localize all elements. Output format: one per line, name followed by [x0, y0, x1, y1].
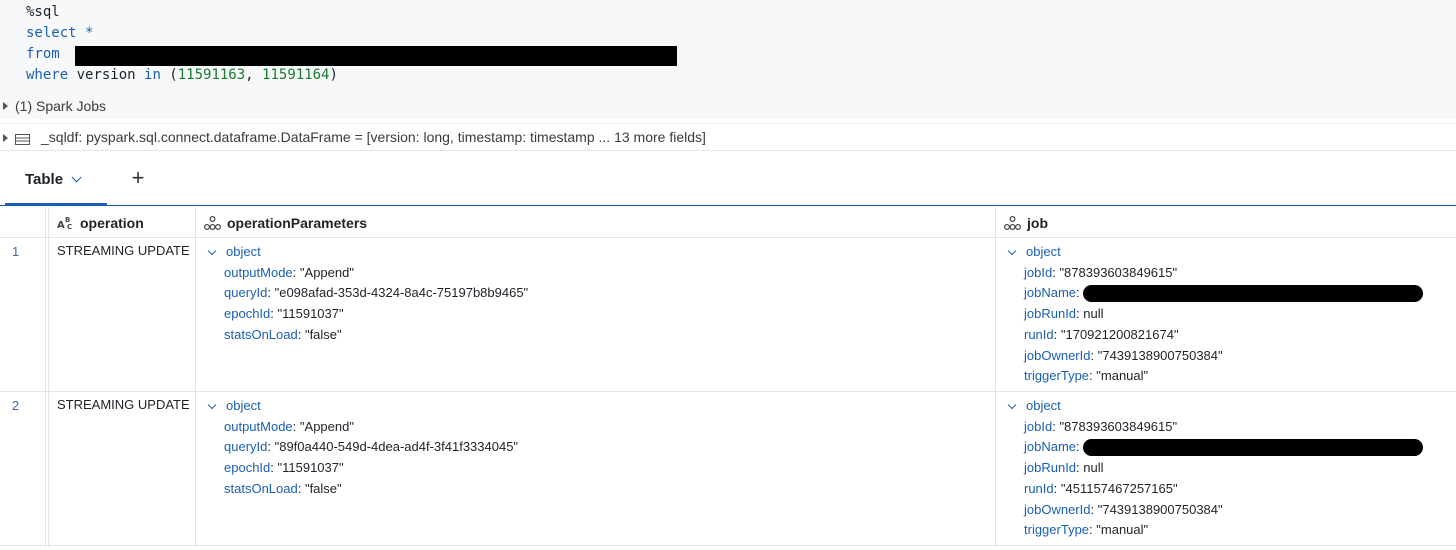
chevron-down-icon [1007, 400, 1017, 410]
operation-parameters-cell: object outputMode: "Append" queryId: "e0… [206, 242, 528, 346]
column-divider [995, 207, 996, 547]
redacted-job-name [1083, 285, 1423, 303]
kv-run-id: runId: "170921200821674" [1024, 326, 1179, 342]
object-toggle[interactable]: object [206, 242, 528, 263]
kv-stats-on-load: statsOnLoad: "false" [224, 326, 342, 342]
redacted-table-name [75, 46, 677, 66]
kv-query-id: queryId: "89f0a440-549d-4dea-ad4f-3f41f3… [224, 439, 519, 455]
object-toggle[interactable]: object [206, 396, 518, 417]
kv-stats-on-load: statsOnLoad: "false" [224, 480, 342, 496]
chevron-down-icon [207, 246, 217, 256]
chevron-down-icon [207, 400, 217, 410]
redacted-job-name [1083, 439, 1423, 457]
job-cell: object jobId: "878393603849615" jobName:… [1006, 396, 1423, 541]
kv-epoch-id: epochId: "11591037" [224, 460, 344, 476]
kv-job-run-id: jobRunId: null [1024, 306, 1104, 322]
kv-job-owner-id: jobOwnerId: "7439138900750384" [1024, 501, 1223, 517]
chevron-down-icon [1007, 246, 1017, 256]
column-header-operation-label: operation [80, 214, 144, 231]
kv-query-id: queryId: "e098afad-353d-4324-8a4c-75197b… [224, 285, 529, 301]
kv-trigger-type: triggerType: "manual" [1024, 522, 1149, 538]
svg-text:A: A [57, 220, 65, 230]
job-cell: object jobId: "878393603849615" jobName:… [1006, 242, 1423, 387]
sqldf-schema-toggle[interactable]: _sqldf: pyspark.sql.connect.dataframe.Da… [0, 123, 1456, 151]
tab-table-label: Table [25, 170, 64, 188]
column-header-job-label: job [1027, 214, 1048, 231]
kv-output-mode: outputMode: "Append" [224, 264, 354, 280]
struct-type-icon [1004, 215, 1021, 230]
spark-jobs-label: (1) Spark Jobs [15, 98, 107, 114]
plus-icon[interactable]: + [128, 167, 148, 189]
column-divider [195, 207, 196, 547]
row-divider [0, 391, 1456, 392]
active-tab-indicator [5, 203, 107, 206]
string-type-icon: ABC [57, 216, 74, 230]
column-header-operation-parameters-label: operationParameters [227, 214, 368, 231]
object-label: object [226, 398, 261, 413]
kv-run-id: runId: "451157467257165" [1024, 480, 1178, 496]
code-line-from: from [26, 46, 60, 62]
table-icon [15, 132, 30, 148]
code-line-select: select * [26, 25, 94, 41]
kv-job-id: jobId: "878393603849615" [1024, 264, 1178, 280]
struct-type-icon [204, 215, 221, 230]
object-label: object [226, 244, 261, 259]
column-header-operation-parameters[interactable]: operationParameters [204, 207, 367, 238]
operation-cell: STREAMING UPDATE [57, 243, 190, 258]
result-table: ABC operation operationParameters job 1 … [0, 207, 1456, 550]
object-toggle[interactable]: object [1006, 396, 1223, 417]
operation-parameters-cell: object outputMode: "Append" queryId: "89… [206, 396, 518, 500]
kv-output-mode: outputMode: "Append" [224, 418, 354, 434]
row-divider [0, 545, 1456, 546]
caret-right-icon [3, 102, 8, 110]
object-label: object [1026, 398, 1061, 413]
svg-text:C: C [67, 223, 72, 230]
result-tabbar: Table + [0, 152, 1456, 206]
code-line-magic: %sql [26, 4, 60, 20]
kv-job-name: jobName: [1006, 283, 1423, 304]
row-number: 2 [12, 398, 20, 413]
column-header-operation[interactable]: ABC operation [57, 207, 144, 238]
kv-epoch-id: epochId: "11591037" [224, 306, 344, 322]
object-toggle[interactable]: object [1006, 242, 1223, 263]
chevron-down-icon[interactable] [71, 172, 82, 182]
kv-job-name: jobName: [1006, 437, 1423, 458]
sql-code-cell[interactable]: %sql select * from where version in (115… [0, 0, 1456, 95]
tab-table[interactable]: Table [5, 152, 107, 206]
kv-job-id: jobId: "878393603849615" [1024, 418, 1178, 434]
object-label: object [1026, 244, 1061, 259]
kv-job-run-id: jobRunId: null [1024, 460, 1104, 476]
column-divider [48, 207, 49, 547]
column-divider [45, 207, 46, 547]
operation-cell: STREAMING UPDATE [57, 397, 190, 412]
row-number: 1 [12, 244, 20, 259]
column-header-job[interactable]: job [1004, 207, 1048, 238]
code-line-where: where version in (11591163, 11591164) [26, 67, 338, 83]
caret-right-icon [3, 134, 8, 142]
kv-trigger-type: triggerType: "manual" [1024, 368, 1149, 384]
spark-jobs-toggle[interactable]: (1) Spark Jobs [0, 93, 1456, 119]
sqldf-schema-text: _sqldf: pyspark.sql.connect.dataframe.Da… [41, 129, 706, 145]
kv-job-owner-id: jobOwnerId: "7439138900750384" [1024, 347, 1223, 363]
